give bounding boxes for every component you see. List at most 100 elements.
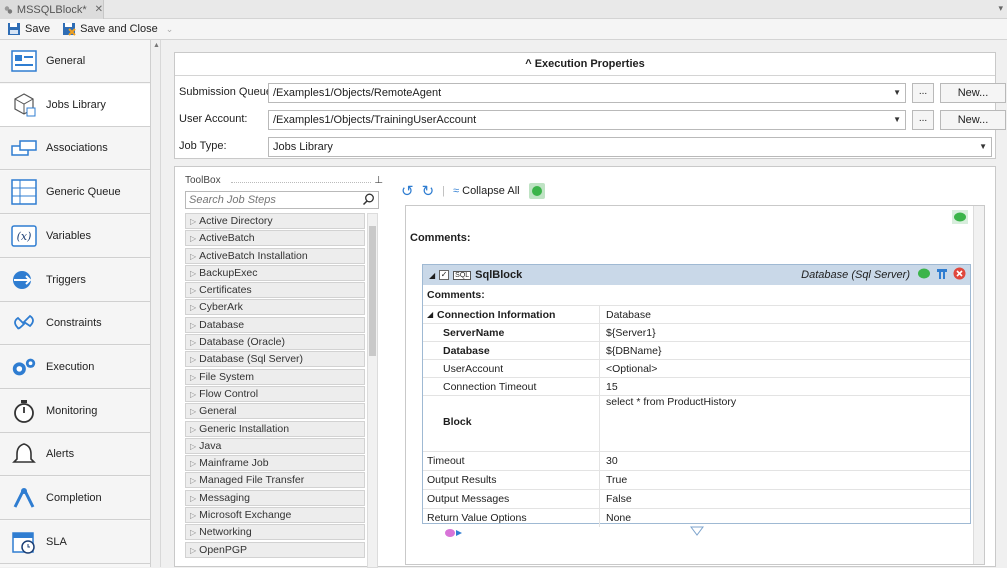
nav-item-triggers[interactable]: Triggers <box>0 258 150 302</box>
nav-item-variables[interactable]: (x) Variables <box>0 214 150 258</box>
execution-properties-header[interactable]: ^ Execution Properties <box>175 53 995 76</box>
user-account-select[interactable]: /Examples1/Objects/TrainingUserAccount ▼ <box>268 110 906 130</box>
toolbox-category[interactable]: ▷ Database (Sql Server) <box>185 351 365 368</box>
toolbox-category[interactable]: ▷ CyberArk <box>185 299 365 316</box>
save-button[interactable]: Save <box>3 20 54 38</box>
job-steps-search-input[interactable] <box>186 192 356 208</box>
save-icon <box>8 23 20 35</box>
designer-scrollbar[interactable] <box>973 206 984 564</box>
nav-item-constraints[interactable]: Constraints <box>0 302 150 346</box>
comment-icon[interactable] <box>917 268 931 280</box>
nav-item-alerts[interactable]: Alerts <box>0 433 150 477</box>
sql-block-header[interactable]: ◢ ✓ SQL SqlBlock Database (Sql Server) <box>423 265 970 285</box>
nav-scrollbar[interactable]: ▲ <box>152 40 161 567</box>
nav-item-generic-queue[interactable]: Generic Queue <box>0 171 150 215</box>
toolbox-category[interactable]: ▷ Active Directory <box>185 213 365 229</box>
close-tab-icon[interactable]: ✕ <box>95 4 103 15</box>
comment-bubble-icon[interactable] <box>952 210 968 224</box>
toolbox-category[interactable]: ▷ Certificates <box>185 282 365 299</box>
submission-queue-select[interactable]: /Examples1/Objects/RemoteAgent ▼ <box>268 83 906 103</box>
property-value[interactable]: False <box>606 493 632 505</box>
undo-icon[interactable]: ↺ <box>401 182 414 200</box>
toolbox-category[interactable]: ▷ Networking <box>185 524 365 541</box>
toolbar-overflow-icon[interactable]: ⌄ <box>166 24 174 35</box>
toolbox-category[interactable]: ▷ Mainframe Job <box>185 455 365 472</box>
enable-checkbox[interactable]: ✓ <box>439 270 450 280</box>
toolbox-category[interactable]: ▷ Database (Oracle) <box>185 334 365 351</box>
drop-target-icon[interactable] <box>690 526 704 536</box>
user-account-row: User Account: /Examples1/Objects/Trainin… <box>175 110 1006 130</box>
toolbox-category[interactable]: ▷ Microsoft Exchange <box>185 507 365 524</box>
document-tab[interactable]: MSSQLBlock* ✕ <box>0 0 104 19</box>
toolbox-category[interactable]: ▷ Java <box>185 437 365 454</box>
redo-icon[interactable]: ↻ <box>422 182 435 200</box>
toolbox-category-label: Java <box>199 439 222 452</box>
toolbox-category[interactable]: ▷ Flow Control <box>185 385 365 402</box>
nav-item-monitoring[interactable]: Monitoring <box>0 389 150 433</box>
property-row[interactable]: Block select * from ProductHistory <box>423 395 970 451</box>
double-chevron-up-icon: ≈ <box>453 185 460 197</box>
property-row[interactable]: Connection Timeout 15 <box>423 377 970 395</box>
tab-menu-icon[interactable]: ▾ <box>998 3 1003 14</box>
connector-icon[interactable] <box>444 528 464 538</box>
property-value[interactable]: 30 <box>606 455 618 467</box>
search-icon[interactable] <box>362 193 375 206</box>
toolbox-category[interactable]: ▷ Database <box>185 316 365 333</box>
property-row[interactable]: ServerName ${Server1} <box>423 323 970 341</box>
pin-icon[interactable]: ⊥ <box>374 175 383 186</box>
expand-arrow-icon: ▷ <box>190 476 197 486</box>
property-value[interactable]: True <box>606 474 627 486</box>
expand-collapse-icon[interactable]: ◢ <box>429 271 435 280</box>
breakpoint-icon[interactable] <box>937 268 947 279</box>
toolbar: Save Save and Close ⌄ <box>0 19 1007 40</box>
sql-block-activity[interactable]: ◢ ✓ SQL SqlBlock Database (Sql Server) C… <box>422 264 971 527</box>
property-row[interactable]: ◢ Connection Information Database <box>423 305 970 323</box>
associations-icon <box>10 134 38 162</box>
user-account-new-button[interactable]: New... <box>940 110 1006 130</box>
property-row[interactable]: Timeout 30 <box>423 451 970 470</box>
toolbox-scrollbar[interactable] <box>367 213 378 568</box>
nav-item-completion[interactable]: Completion <box>0 477 150 520</box>
toolbox-category[interactable]: ▷ BackupExec <box>185 264 365 281</box>
property-value[interactable]: <Optional> <box>606 363 657 375</box>
toolbox-category[interactable]: ▷ File System <box>185 368 365 385</box>
property-row[interactable]: Output Results True <box>423 470 970 489</box>
submission-queue-browse-button[interactable]: ... <box>912 83 934 103</box>
toolbox-category[interactable]: ▷ General <box>185 403 365 420</box>
svg-text:(x): (x) <box>17 230 32 243</box>
nav-item-sla[interactable]: SLA <box>0 520 150 564</box>
user-account-browse-button[interactable]: ... <box>912 110 934 130</box>
collapse-all-button[interactable]: ≈ Collapse All <box>453 185 520 197</box>
nav-item-associations[interactable]: Associations <box>0 127 150 171</box>
nav-item-jobs-library[interactable]: Jobs Library <box>0 83 150 127</box>
property-value[interactable]: select * from ProductHistory <box>606 396 736 408</box>
property-value[interactable]: Database <box>606 309 651 321</box>
property-value[interactable]: None <box>606 512 631 524</box>
property-row[interactable]: Database ${DBName} <box>423 341 970 359</box>
property-row[interactable]: UserAccount <Optional> <box>423 359 970 377</box>
nav-item-general[interactable]: General <box>0 40 150 83</box>
toolbox-category[interactable]: ▷ Generic Installation <box>185 420 365 437</box>
expand-arrow-icon: ▷ <box>190 268 197 278</box>
toolbox-category-label: Flow Control <box>199 387 259 400</box>
nav-item-execution[interactable]: Execution <box>0 345 150 389</box>
expand-arrow-icon: ▷ <box>190 338 197 348</box>
property-row[interactable]: Output Messages False <box>423 489 970 508</box>
toolbox-category-label: Networking <box>199 526 252 539</box>
property-value[interactable]: ${Server1} <box>606 327 656 339</box>
toolbox-category[interactable]: ▷ ActiveBatch Installation <box>185 247 365 264</box>
property-name: Database <box>443 345 490 357</box>
property-row[interactable]: Return Value Options None <box>423 508 970 527</box>
job-type-select[interactable]: Jobs Library ▼ <box>268 137 992 157</box>
property-value[interactable]: 15 <box>606 381 618 393</box>
save-and-close-button[interactable]: Save and Close <box>58 20 162 38</box>
remove-icon[interactable] <box>953 267 966 280</box>
property-value[interactable]: ${DBName} <box>606 345 661 357</box>
submission-queue-new-button[interactable]: New... <box>940 83 1006 103</box>
toolbox-category[interactable]: ▷ Messaging <box>185 489 365 506</box>
group-collapse-icon[interactable]: ◢ <box>427 310 433 319</box>
step-add-icon[interactable] <box>528 182 546 200</box>
toolbox-category[interactable]: ▷ ActiveBatch <box>185 230 365 247</box>
toolbox-category[interactable]: ▷ OpenPGP <box>185 541 365 558</box>
toolbox-category[interactable]: ▷ Managed File Transfer <box>185 472 365 489</box>
